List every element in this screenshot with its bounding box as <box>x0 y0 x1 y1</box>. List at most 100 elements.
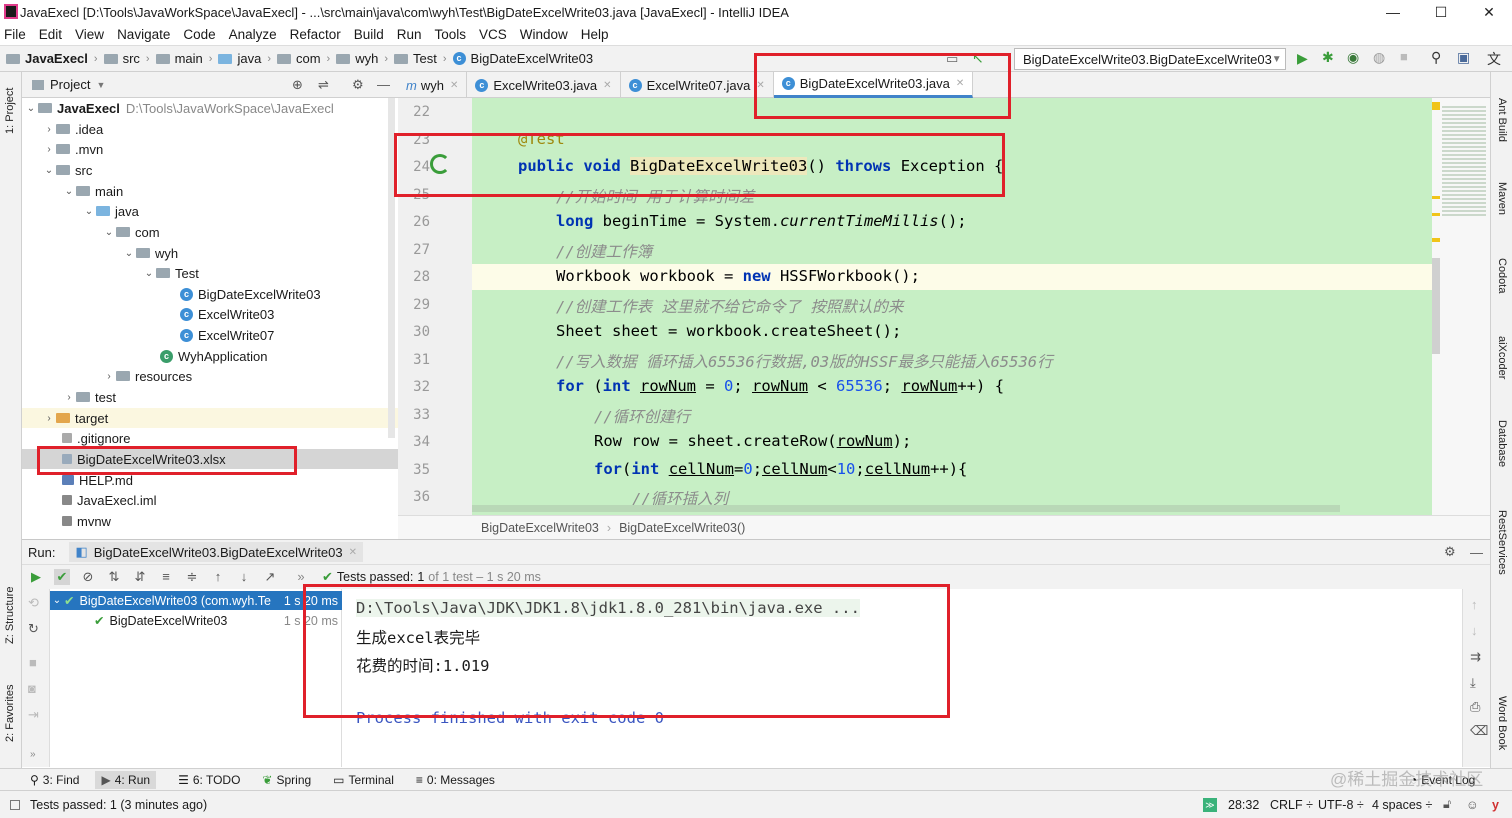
rerun-failed-icon[interactable]: ⟲ <box>28 595 39 611</box>
export-icon[interactable]: ↗ <box>262 569 278 585</box>
tab-terminal[interactable]: ▭ Terminal <box>333 773 394 787</box>
chevron-down-icon[interactable]: ▼ <box>96 80 105 90</box>
code-editor[interactable]: @Test public void BigDateExcelWrite03() … <box>472 98 1432 515</box>
tab-bigdateexcelwrite03[interactable]: c BigDateExcelWrite03.java ✕ <box>773 72 974 98</box>
indent-setting[interactable]: 4 spaces ÷ <box>1372 798 1432 812</box>
tree-item[interactable]: ⌄ com <box>102 222 160 242</box>
menu-view[interactable]: View <box>75 27 104 42</box>
wordbook-tool-button[interactable]: Word Book <box>1496 696 1508 750</box>
coverage-icon[interactable]: ◉ <box>1347 49 1359 66</box>
gear-icon[interactable]: ⚙ <box>1444 544 1456 560</box>
menu-vcs[interactable]: VCS <box>479 27 507 42</box>
hide-icon[interactable]: — <box>377 77 390 92</box>
down-icon[interactable]: ↓ <box>1471 623 1478 638</box>
horizontal-scrollbar[interactable] <box>472 505 1340 512</box>
stop-icon[interactable]: ■ <box>29 655 37 670</box>
warning-marker[interactable] <box>1432 238 1440 242</box>
database-tool-button[interactable]: Database <box>1496 420 1508 467</box>
run-icon[interactable]: ▶ <box>1297 50 1308 67</box>
soft-wrap-icon[interactable]: ⇉ <box>1470 649 1481 665</box>
line-separator[interactable]: CRLF ÷ <box>1270 798 1313 812</box>
menu-file[interactable]: File <box>4 27 26 42</box>
sort-duration-icon[interactable]: ⇵ <box>132 569 148 585</box>
exit-icon[interactable]: ⇥ <box>28 707 39 723</box>
tab-wyh[interactable]: m wyh ✕ <box>398 72 468 98</box>
tab-find[interactable]: ⚲ 3: Find <box>30 773 79 787</box>
scrollbar[interactable] <box>388 98 395 438</box>
lock-icon[interactable]: 🔓︎ <box>1443 797 1451 812</box>
build-icon[interactable]: ▭ <box>946 51 958 67</box>
run-config-tab[interactable]: ◧ BigDateExcelWrite03.BigDateExcelWrite03… <box>69 542 363 562</box>
crumb-class[interactable]: c BigDateExcelWrite03 <box>452 51 593 66</box>
more-icon[interactable]: » <box>30 749 36 760</box>
stop-icon[interactable]: ■ <box>1400 49 1408 64</box>
inspector-icon[interactable]: ☺ <box>1466 798 1479 812</box>
trash-icon[interactable]: ⌫ <box>1470 723 1488 739</box>
show-passed-icon[interactable]: ✔ <box>54 569 70 585</box>
search-icon[interactable]: ⚲ <box>1431 49 1441 66</box>
breadcrumb-method[interactable]: BigDateExcelWrite03() <box>619 521 745 535</box>
prev-failed-icon[interactable]: ↑ <box>210 569 226 585</box>
maximize-button[interactable]: ☐ <box>1418 0 1464 24</box>
tab-excelwrite03[interactable]: c ExcelWrite03.java ✕ <box>467 72 621 98</box>
tree-item[interactable]: › test <box>62 387 116 407</box>
profile-icon[interactable]: ◍ <box>1373 49 1385 66</box>
tree-item[interactable]: ⌄ src <box>42 160 93 180</box>
crumb-java[interactable]: java <box>218 51 261 66</box>
project-structure-icon[interactable]: ▣ <box>1457 49 1470 66</box>
run-test-gutter-icon[interactable] <box>430 154 450 174</box>
ant-build-tool-button[interactable]: Ant Build <box>1496 98 1508 142</box>
project-tool-button[interactable]: 1: Project <box>4 88 16 134</box>
close-icon[interactable]: ✕ <box>603 80 611 91</box>
test-case-row[interactable]: ✔ BigDateExcelWrite03 1 s 20 ms <box>94 611 342 630</box>
tree-item[interactable]: mvnw <box>62 511 111 531</box>
aixcoder-tool-button[interactable]: aiXcoder <box>1496 336 1508 379</box>
scroll-end-icon[interactable]: ⤓ <box>1470 675 1476 691</box>
editor-minimap[interactable] <box>1432 98 1490 515</box>
close-icon[interactable]: ✕ <box>450 80 458 91</box>
warning-marker[interactable] <box>1432 102 1440 110</box>
tree-item[interactable]: HELP.md <box>62 470 133 490</box>
maven-tool-button[interactable]: Maven <box>1496 182 1508 215</box>
tree-item[interactable]: JavaExecl.iml <box>62 490 156 510</box>
tab-messages[interactable]: ≡ 0: Messages <box>416 773 495 787</box>
tree-item[interactable]: .gitignore <box>62 428 130 448</box>
run-config-select[interactable]: BigDateExcelWrite03.BigDateExcelWrite03 ▼ <box>1014 48 1286 70</box>
crumb-com[interactable]: com <box>276 51 321 66</box>
crumb-wyh[interactable]: wyh <box>336 51 378 66</box>
tree-item[interactable]: › target <box>22 408 398 428</box>
tree-item[interactable]: c ExcelWrite03 <box>180 304 274 324</box>
hammer-icon[interactable]: ↖ <box>972 50 984 67</box>
tree-item[interactable]: c ExcelWrite07 <box>180 325 274 345</box>
structure-tool-button[interactable]: Z: Structure <box>4 587 16 644</box>
tree-item[interactable]: › .idea <box>42 119 103 139</box>
gear-icon[interactable]: ⚙ <box>352 77 364 93</box>
more-icon[interactable]: » <box>293 569 309 585</box>
translate-icon[interactable]: 文 <box>1487 49 1501 69</box>
crumb-project[interactable]: JavaExecl <box>6 51 88 66</box>
breadcrumb-class[interactable]: BigDateExcelWrite03 <box>481 521 599 535</box>
file-encoding[interactable]: UTF-8 ÷ <box>1318 798 1364 812</box>
menu-tools[interactable]: Tools <box>435 27 467 42</box>
warning-marker[interactable] <box>1432 196 1440 216</box>
project-view-select[interactable]: Project <box>50 77 90 92</box>
collapse-icon[interactable]: ⇌ <box>318 77 329 93</box>
tab-excelwrite07[interactable]: c ExcelWrite07.java ✕ <box>621 72 774 98</box>
crumb-src[interactable]: src <box>103 51 140 66</box>
hide-icon[interactable]: — <box>1470 545 1483 560</box>
debug-icon[interactable]: ✱ <box>1322 49 1334 66</box>
minimize-button[interactable]: — <box>1370 0 1416 24</box>
tree-item[interactable]: › resources <box>102 366 192 386</box>
tab-run[interactable]: ▶ 4: Run <box>95 770 157 789</box>
close-icon[interactable]: ✕ <box>349 547 357 558</box>
tree-item[interactable]: c BigDateExcelWrite03 <box>180 284 321 304</box>
rerun-icon[interactable]: ▶ <box>28 569 44 585</box>
crumb-main[interactable]: main <box>155 51 203 66</box>
scrollbar-thumb[interactable] <box>1432 258 1440 354</box>
menu-help[interactable]: Help <box>581 27 609 42</box>
camera-icon[interactable]: ◙ <box>28 681 36 696</box>
close-button[interactable]: ✕ <box>1466 0 1512 24</box>
next-failed-icon[interactable]: ↓ <box>236 569 252 585</box>
crumb-test[interactable]: Test <box>394 51 437 66</box>
menu-build[interactable]: Build <box>354 27 384 42</box>
